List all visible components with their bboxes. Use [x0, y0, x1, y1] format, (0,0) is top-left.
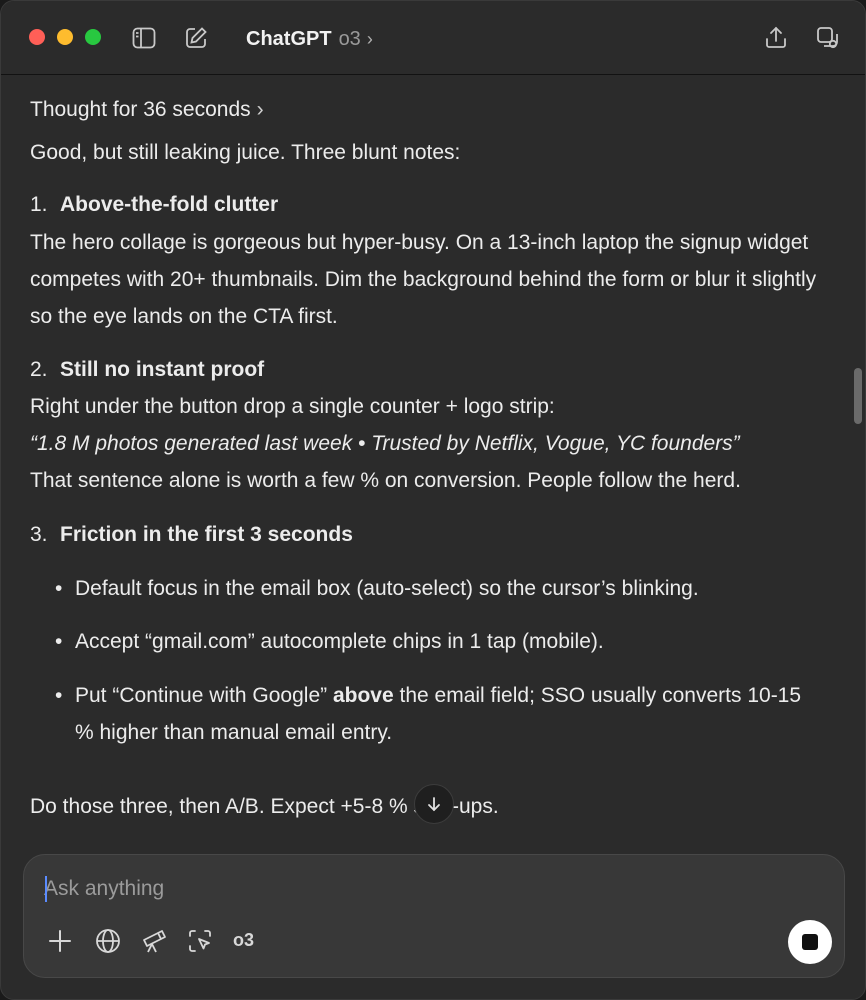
prompt-input[interactable]: [44, 873, 804, 905]
sidebar-toggle-icon[interactable]: [131, 25, 157, 51]
heading-text: Above-the-fold clutter: [60, 193, 279, 216]
bullet-dot: •: [55, 577, 63, 600]
model-selector[interactable]: ChatGPT o3 ›: [246, 26, 373, 52]
heading-text: Still no instant proof: [60, 358, 265, 381]
list-item-body: Right under the button drop a single cou…: [30, 395, 555, 418]
bullet-text-start: Put “Continue with Google”: [75, 684, 333, 707]
minimize-window-button[interactable]: [57, 29, 73, 45]
list-item-heading: 3. Friction in the first 3 seconds: [30, 516, 353, 553]
heading-text: Friction in the first 3 seconds: [60, 523, 353, 546]
bold-emphasis: above: [332, 684, 394, 707]
screen-select-icon[interactable]: [186, 927, 214, 955]
close-window-button[interactable]: [29, 29, 45, 45]
bullet-dot: •: [55, 684, 63, 707]
list-number: 3.: [30, 523, 48, 546]
stop-icon: [802, 934, 818, 950]
model-version: o3: [338, 27, 361, 50]
list-number: 2.: [30, 358, 48, 381]
list-item-body: That sentence alone is worth a few % on …: [30, 469, 741, 492]
text-caret: [45, 876, 47, 902]
new-window-icon[interactable]: [815, 25, 841, 51]
share-icon[interactable]: [763, 25, 789, 51]
zoom-window-button[interactable]: [85, 29, 101, 45]
bullet-text: Default focus in the email box (auto-sel…: [75, 577, 699, 600]
message-intro: Good, but still leaking juice. Three blu…: [30, 141, 461, 164]
list-item-body: The hero collage is gorgeous but hyper-b…: [30, 231, 817, 328]
list-item-heading: 2. Still no instant proof: [30, 351, 264, 388]
assistant-message: Thought for 36 seconds › Good, but still …: [1, 76, 865, 856]
model-chip[interactable]: o3: [233, 930, 254, 951]
thought-summary-toggle[interactable]: Thought for 36 seconds ›: [30, 91, 264, 128]
new-chat-icon[interactable]: [183, 25, 209, 51]
chat-window: ChatGPT o3 › Thought for 36 seconds › Goo…: [0, 0, 866, 1000]
title-bar: ChatGPT o3 ›: [1, 1, 865, 75]
bullet-text: Accept “gmail.com” autocomplete chips in…: [75, 630, 604, 653]
globe-icon[interactable]: [94, 927, 122, 955]
bullet-dot: •: [55, 630, 63, 653]
telescope-icon[interactable]: [140, 927, 168, 955]
thought-label: Thought for 36 seconds: [30, 98, 251, 121]
scrollbar-thumb[interactable]: [854, 368, 862, 424]
scroll-to-bottom-button[interactable]: [414, 784, 454, 824]
chevron-right-icon: ›: [256, 98, 264, 121]
quote-text: “1.8 M photos generated last week • Trus…: [30, 432, 740, 455]
list-number: 1.: [30, 193, 48, 216]
stop-generation-button[interactable]: [788, 920, 832, 964]
chevron-right-icon: ›: [366, 28, 373, 49]
bullet-text: Put “Continue with Google” above the ema…: [75, 677, 815, 751]
list-item-heading: 1. Above-the-fold clutter: [30, 186, 278, 223]
app-name: ChatGPT: [246, 27, 332, 50]
plus-icon[interactable]: [46, 927, 74, 955]
composer: o3: [23, 854, 845, 978]
arrow-down-icon: [428, 797, 440, 812]
